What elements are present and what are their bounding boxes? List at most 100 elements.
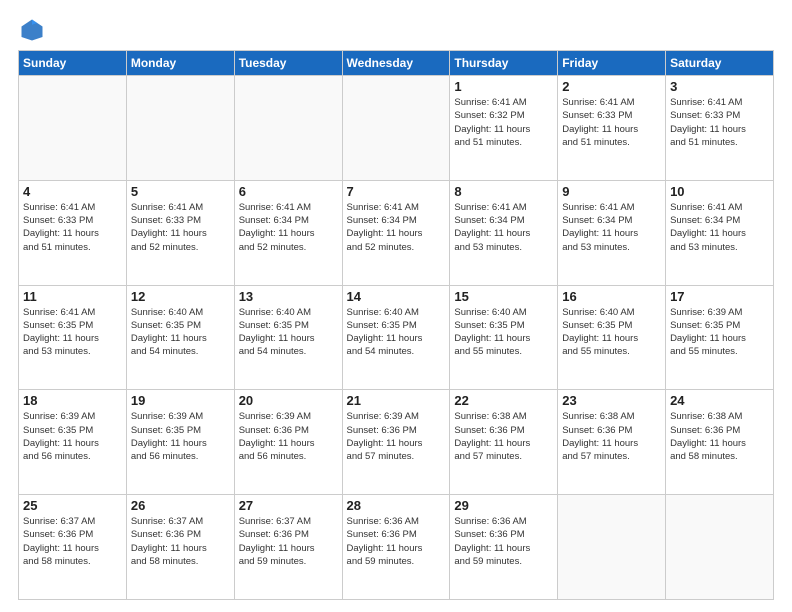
day-info: Sunrise: 6:41 AM Sunset: 6:32 PM Dayligh… (454, 96, 553, 149)
calendar-cell: 28 Sunrise: 6:36 AM Sunset: 6:36 PM Dayli… (342, 495, 450, 600)
day-info: Sunrise: 6:37 AM Sunset: 6:36 PM Dayligh… (239, 515, 338, 568)
day-number: 18 (23, 393, 122, 408)
calendar-cell: 27 Sunrise: 6:37 AM Sunset: 6:36 PM Dayli… (234, 495, 342, 600)
day-number: 21 (347, 393, 446, 408)
calendar-cell: 29 Sunrise: 6:36 AM Sunset: 6:36 PM Dayli… (450, 495, 558, 600)
calendar-cell: 3 Sunrise: 6:41 AM Sunset: 6:33 PM Daylig… (666, 76, 774, 181)
calendar-cell: 17 Sunrise: 6:39 AM Sunset: 6:35 PM Dayli… (666, 285, 774, 390)
day-info: Sunrise: 6:37 AM Sunset: 6:36 PM Dayligh… (23, 515, 122, 568)
day-info: Sunrise: 6:40 AM Sunset: 6:35 PM Dayligh… (347, 306, 446, 359)
day-info: Sunrise: 6:39 AM Sunset: 6:36 PM Dayligh… (347, 410, 446, 463)
calendar-cell: 6Sunrise: 6:41 AM Sunset: 6:34 PM Daylig… (234, 180, 342, 285)
calendar-cell: 11 Sunrise: 6:41 AM Sunset: 6:35 PM Dayli… (19, 285, 127, 390)
calendar-cell: 13 Sunrise: 6:40 AM Sunset: 6:35 PM Dayli… (234, 285, 342, 390)
day-info: Sunrise: 6:40 AM Sunset: 6:35 PM Dayligh… (239, 306, 338, 359)
day-number: 10 (670, 184, 769, 199)
day-info: Sunrise: 6:38 AM Sunset: 6:36 PM Dayligh… (454, 410, 553, 463)
day-header: Sunday (19, 51, 127, 76)
day-number: 27 (239, 498, 338, 513)
day-number: 4 (23, 184, 122, 199)
day-number: 9 (562, 184, 661, 199)
calendar-cell: 9 Sunrise: 6:41 AM Sunset: 6:34 PM Daylig… (558, 180, 666, 285)
calendar-header-row: SundayMondayTuesdayWednesdayThursdayFrid… (19, 51, 774, 76)
day-number: 3 (670, 79, 769, 94)
day-header: Saturday (666, 51, 774, 76)
day-header: Thursday (450, 51, 558, 76)
day-info: Sunrise: 6:41 AM Sunset: 6:33 PM Dayligh… (670, 96, 769, 149)
page: SundayMondayTuesdayWednesdayThursdayFrid… (0, 0, 792, 612)
calendar-cell: 1 Sunrise: 6:41 AM Sunset: 6:32 PM Daylig… (450, 76, 558, 181)
calendar-cell (342, 76, 450, 181)
calendar-cell: 24 Sunrise: 6:38 AM Sunset: 6:36 PM Dayli… (666, 390, 774, 495)
day-number: 14 (347, 289, 446, 304)
day-info: Sunrise: 6:36 AM Sunset: 6:36 PM Dayligh… (347, 515, 446, 568)
day-header: Wednesday (342, 51, 450, 76)
day-number: 2 (562, 79, 661, 94)
calendar-cell: 26Sunrise: 6:37 AM Sunset: 6:36 PM Dayli… (126, 495, 234, 600)
logo (18, 16, 50, 44)
day-number: 11 (23, 289, 122, 304)
header (18, 16, 774, 44)
day-number: 6 (239, 184, 338, 199)
day-info: Sunrise: 6:39 AM Sunset: 6:35 PM Dayligh… (23, 410, 122, 463)
calendar-cell: 7 Sunrise: 6:41 AM Sunset: 6:34 PM Daylig… (342, 180, 450, 285)
calendar-cell: 23Sunrise: 6:38 AM Sunset: 6:36 PM Dayli… (558, 390, 666, 495)
day-info: Sunrise: 6:41 AM Sunset: 6:34 PM Dayligh… (670, 201, 769, 254)
day-info: Sunrise: 6:41 AM Sunset: 6:33 PM Dayligh… (23, 201, 122, 254)
calendar-week-row: 4 Sunrise: 6:41 AM Sunset: 6:33 PM Daylig… (19, 180, 774, 285)
calendar-cell: 19 Sunrise: 6:39 AM Sunset: 6:35 PM Dayli… (126, 390, 234, 495)
calendar-cell: 25Sunrise: 6:37 AM Sunset: 6:36 PM Dayli… (19, 495, 127, 600)
day-number: 20 (239, 393, 338, 408)
calendar-cell: 15Sunrise: 6:40 AM Sunset: 6:35 PM Dayli… (450, 285, 558, 390)
day-number: 13 (239, 289, 338, 304)
logo-icon (18, 16, 46, 44)
day-number: 16 (562, 289, 661, 304)
day-info: Sunrise: 6:41 AM Sunset: 6:33 PM Dayligh… (562, 96, 661, 149)
day-info: Sunrise: 6:39 AM Sunset: 6:36 PM Dayligh… (239, 410, 338, 463)
calendar-cell: 12 Sunrise: 6:40 AM Sunset: 6:35 PM Dayli… (126, 285, 234, 390)
day-number: 29 (454, 498, 553, 513)
calendar-cell: 10 Sunrise: 6:41 AM Sunset: 6:34 PM Dayli… (666, 180, 774, 285)
day-header: Friday (558, 51, 666, 76)
day-number: 5 (131, 184, 230, 199)
day-info: Sunrise: 6:41 AM Sunset: 6:34 PM Dayligh… (347, 201, 446, 254)
day-number: 28 (347, 498, 446, 513)
calendar-cell: 22 Sunrise: 6:38 AM Sunset: 6:36 PM Dayli… (450, 390, 558, 495)
calendar-cell (234, 76, 342, 181)
day-number: 22 (454, 393, 553, 408)
day-info: Sunrise: 6:39 AM Sunset: 6:35 PM Dayligh… (670, 306, 769, 359)
day-info: Sunrise: 6:41 AM Sunset: 6:34 PM Dayligh… (454, 201, 553, 254)
calendar: SundayMondayTuesdayWednesdayThursdayFrid… (18, 50, 774, 600)
calendar-cell: 5Sunrise: 6:41 AM Sunset: 6:33 PM Daylig… (126, 180, 234, 285)
day-info: Sunrise: 6:40 AM Sunset: 6:35 PM Dayligh… (562, 306, 661, 359)
day-info: Sunrise: 6:40 AM Sunset: 6:35 PM Dayligh… (454, 306, 553, 359)
day-number: 12 (131, 289, 230, 304)
day-info: Sunrise: 6:38 AM Sunset: 6:36 PM Dayligh… (670, 410, 769, 463)
calendar-cell: 21 Sunrise: 6:39 AM Sunset: 6:36 PM Dayli… (342, 390, 450, 495)
day-header: Monday (126, 51, 234, 76)
day-number: 24 (670, 393, 769, 408)
calendar-week-row: 25Sunrise: 6:37 AM Sunset: 6:36 PM Dayli… (19, 495, 774, 600)
day-number: 8 (454, 184, 553, 199)
day-info: Sunrise: 6:36 AM Sunset: 6:36 PM Dayligh… (454, 515, 553, 568)
calendar-cell: 14 Sunrise: 6:40 AM Sunset: 6:35 PM Dayli… (342, 285, 450, 390)
calendar-week-row: 11 Sunrise: 6:41 AM Sunset: 6:35 PM Dayli… (19, 285, 774, 390)
day-info: Sunrise: 6:41 AM Sunset: 6:34 PM Dayligh… (562, 201, 661, 254)
day-info: Sunrise: 6:41 AM Sunset: 6:35 PM Dayligh… (23, 306, 122, 359)
calendar-cell: 4 Sunrise: 6:41 AM Sunset: 6:33 PM Daylig… (19, 180, 127, 285)
calendar-cell: 8 Sunrise: 6:41 AM Sunset: 6:34 PM Daylig… (450, 180, 558, 285)
day-header: Tuesday (234, 51, 342, 76)
day-number: 7 (347, 184, 446, 199)
day-info: Sunrise: 6:40 AM Sunset: 6:35 PM Dayligh… (131, 306, 230, 359)
calendar-cell (126, 76, 234, 181)
calendar-cell: 2 Sunrise: 6:41 AM Sunset: 6:33 PM Daylig… (558, 76, 666, 181)
day-info: Sunrise: 6:37 AM Sunset: 6:36 PM Dayligh… (131, 515, 230, 568)
calendar-cell (558, 495, 666, 600)
day-number: 19 (131, 393, 230, 408)
day-number: 1 (454, 79, 553, 94)
calendar-cell: 20 Sunrise: 6:39 AM Sunset: 6:36 PM Dayli… (234, 390, 342, 495)
day-info: Sunrise: 6:39 AM Sunset: 6:35 PM Dayligh… (131, 410, 230, 463)
day-number: 17 (670, 289, 769, 304)
calendar-week-row: 18 Sunrise: 6:39 AM Sunset: 6:35 PM Dayli… (19, 390, 774, 495)
day-number: 23 (562, 393, 661, 408)
